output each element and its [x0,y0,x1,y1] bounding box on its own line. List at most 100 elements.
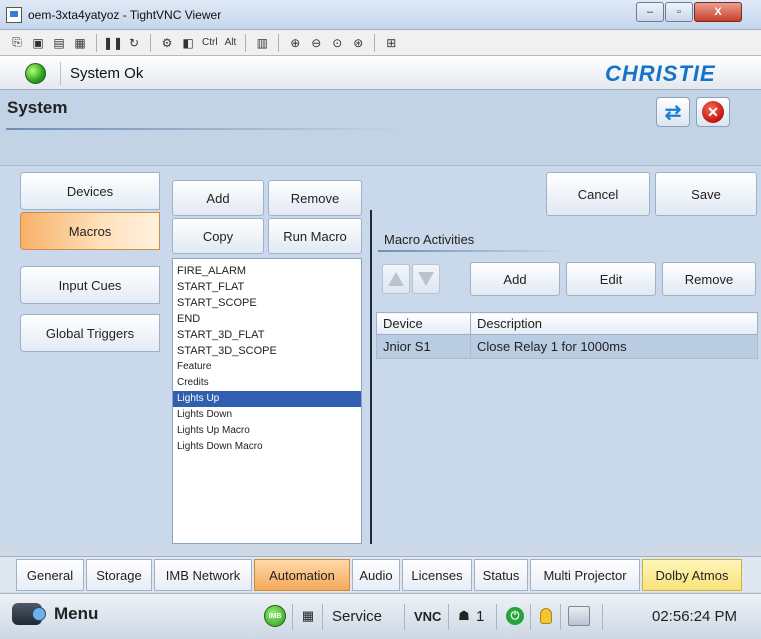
save-button[interactable]: Save [655,172,757,216]
arrow-down-icon [418,272,434,286]
status-separator [560,604,561,630]
minimize-button[interactable]: – [636,2,664,22]
list-item[interactable]: FIRE_ALARM [177,263,361,279]
list-item[interactable]: START_3D_SCOPE [177,343,361,359]
tightvnc-app-icon [6,7,22,23]
tab-dolby-atmos[interactable]: Dolby Atmos [642,559,742,591]
list-item[interactable]: Lights Down Macro [177,439,361,455]
list-item-selected[interactable]: Lights Up [173,391,361,407]
column-header-device[interactable]: Device [376,312,471,335]
tab-input-cues[interactable]: Input Cues [20,266,160,304]
remove-macro-button[interactable]: Remove [268,180,362,216]
system-status-icon [25,63,46,84]
pause-icon[interactable]: ❚❚ [103,34,123,52]
window-title: oem-3xta4yatyoz - TightVNC Viewer [28,8,222,22]
power-icon: ⏻ [506,607,524,625]
edit-activity-button[interactable]: Edit [566,262,656,296]
session-count: 1 [476,607,485,625]
ctrl-key-button[interactable]: Ctrl [200,34,220,52]
tab-imb-network[interactable]: IMB Network [154,559,252,591]
list-item[interactable]: Feature [177,359,361,375]
list-item[interactable]: START_SCOPE [177,295,361,311]
info-icon[interactable]: ▦ [71,34,89,52]
tab-global-triggers[interactable]: Global Triggers [20,314,160,352]
column-header-description[interactable]: Description [470,312,758,335]
add-activity-button[interactable]: Add [470,262,560,296]
zoom-out-icon[interactable]: ⊖ [307,34,325,52]
remove-activity-button[interactable]: Remove [662,262,756,296]
status-bar: Menu IMB ▦ Service VNC ☗ 1 ⏻ 02:56:24 PM [0,593,761,639]
alt-key-button[interactable]: Alt [223,34,239,52]
macro-activities-label: Macro Activities [384,232,475,247]
add-macro-button[interactable]: Add [172,180,264,216]
menu-button[interactable]: Menu [12,603,98,625]
list-item[interactable]: END [177,311,361,327]
move-up-button[interactable] [382,264,410,294]
list-item[interactable]: Credits [177,375,361,391]
list-item[interactable]: Lights Down [177,407,361,423]
list-item[interactable]: START_3D_FLAT [177,327,361,343]
tab-general[interactable]: General [16,559,84,591]
list-item[interactable]: START_FLAT [177,279,361,295]
cancel-button[interactable]: Cancel [546,172,650,216]
fullscreen-icon[interactable]: ⊞ [382,34,400,52]
status-separator [292,604,293,630]
list-item[interactable]: Lights Up Macro [177,423,361,439]
macro-activities-table: Device Description Jnior S1 Close Relay … [376,312,758,359]
network-status[interactable] [568,602,590,630]
zoom-in-icon[interactable]: ⊕ [286,34,304,52]
title-underline [6,128,403,130]
media-status[interactable]: ▦ [300,602,316,630]
panel-divider [370,210,372,544]
cell-description[interactable]: Close Relay 1 for 1000ms [470,334,758,359]
refresh-screen-icon[interactable]: ↻ [125,34,143,52]
copy-macro-button[interactable]: Copy [172,218,264,254]
tab-macros[interactable]: Macros [20,212,160,250]
maximize-button[interactable]: ▫ [665,2,693,22]
tab-devices[interactable]: Devices [20,172,160,210]
christie-logo: CHRISTIE [605,61,716,86]
cell-device[interactable]: Jnior S1 [376,334,471,359]
refresh-icon: ⇄ [664,101,682,124]
tab-multi-projector[interactable]: Multi Projector [530,559,640,591]
move-down-button[interactable] [412,264,440,294]
zoom-fit-icon[interactable]: ⊛ [349,34,367,52]
options-icon[interactable]: ▤ [50,34,68,52]
service-status[interactable]: Service [332,602,382,630]
power-status[interactable]: ⏻ [506,602,524,630]
tab-automation[interactable]: Automation [254,559,350,591]
app-header: System Ok CHRISTIE [0,56,761,90]
tab-audio[interactable]: Audio [352,559,400,591]
ctrl-esc-icon[interactable]: ◧ [179,34,197,52]
new-connection-icon[interactable]: ⎘ [8,34,26,52]
close-circle-icon: ✕ [702,101,724,123]
clipboard-icon[interactable]: ▥ [253,34,271,52]
vnc-status[interactable]: VNC [414,602,441,630]
window-close-button[interactable]: X [694,2,742,22]
toolbar-separator [150,33,151,52]
status-separator [530,604,531,630]
tab-storage[interactable]: Storage [86,559,152,591]
window-title-bar: oem-3xta4yatyoz - TightVNC Viewer – ▫ X [0,0,761,30]
imb-status[interactable]: IMB [264,602,286,630]
menu-label: Menu [54,604,99,623]
ctrl-alt-del-icon[interactable]: ⚙ [158,34,176,52]
status-separator [404,604,405,630]
network-icon [568,606,590,626]
vnc-toolbar: ⎘ ▣ ▤ ▦ ❚❚ ↻ ⚙ ◧ Ctrl Alt ▥ ⊕ ⊖ ⊙ ⊛ ⊞ [0,30,761,56]
table-row[interactable]: Jnior S1 Close Relay 1 for 1000ms [376,334,758,359]
refresh-button[interactable]: ⇄ [656,97,690,127]
zoom-100-icon[interactable]: ⊙ [328,34,346,52]
tab-licenses[interactable]: Licenses [402,559,472,591]
toolbar-separator [278,33,280,52]
run-macro-button[interactable]: Run Macro [268,218,362,254]
save-session-icon[interactable]: ▣ [29,34,47,52]
lamp-status[interactable] [540,602,552,630]
tab-status[interactable]: Status [474,559,528,591]
macro-list[interactable]: FIRE_ALARM START_FLAT START_SCOPE END ST… [172,258,362,544]
film-icon: ▦ [301,608,315,623]
status-separator [448,604,449,630]
lamp-bulb-icon [540,608,552,624]
close-page-button[interactable]: ✕ [696,97,730,127]
session-status[interactable]: ☗ 1 [456,602,484,630]
